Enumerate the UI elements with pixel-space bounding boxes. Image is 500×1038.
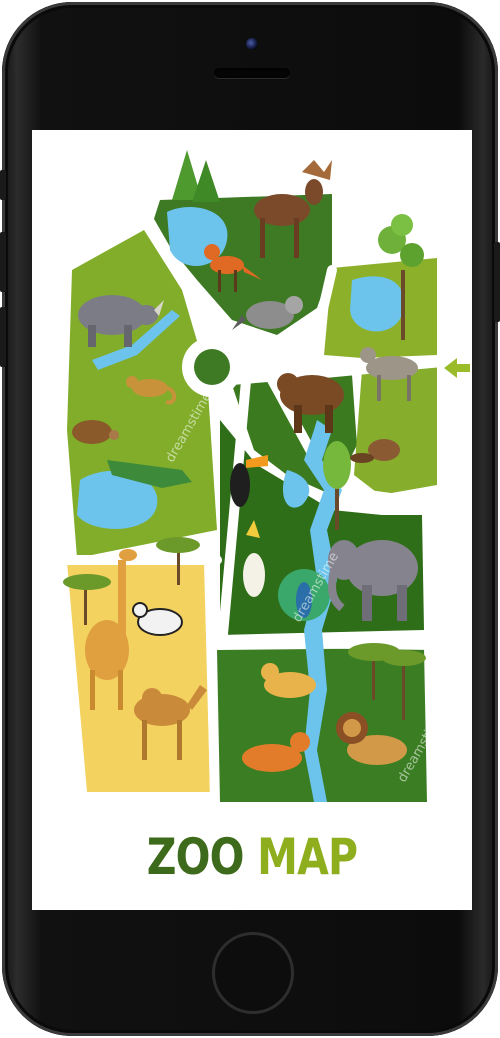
front-camera: [246, 38, 258, 50]
volume-down-button: [0, 307, 6, 367]
zoo-map: [32, 130, 472, 910]
map-title: ZOO MAP: [72, 828, 433, 886]
volume-up-button: [0, 232, 6, 292]
phone-frame: dreamstime dreamstime dreamstime dreamst…: [0, 2, 500, 1036]
title-word-map: MAP: [257, 828, 358, 886]
screen: dreamstime dreamstime dreamstime dreamst…: [32, 130, 472, 910]
zone-east-plains[interactable]: [354, 365, 437, 495]
mute-switch: [0, 170, 6, 200]
home-button[interactable]: [212, 932, 294, 1014]
power-button: [494, 242, 500, 322]
title-word-zoo: ZOO: [146, 828, 245, 886]
earpiece-speaker: [214, 68, 290, 78]
zone-savanna[interactable]: [67, 562, 210, 792]
